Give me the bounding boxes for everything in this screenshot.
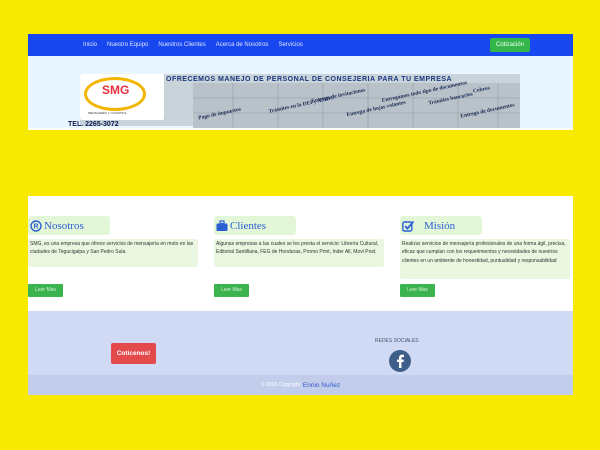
navbar: Inicio Nuestro Equipo Nuestros Clientes …	[28, 34, 573, 56]
copyright-bar: © 2016 Copyright Ennio Nuñez	[28, 375, 573, 395]
read-more-button[interactable]: Leer Mas	[400, 284, 435, 297]
column-title: Clientes	[230, 219, 267, 232]
copyright-text: © 2016 Copyright	[260, 382, 300, 388]
read-more-button[interactable]: Leer Mas	[28, 284, 63, 297]
footer: Cotícenos! REDES SOCIALES	[28, 311, 573, 375]
logo-subtitle: MENSAJERIA Y LOGISTICA	[88, 111, 127, 115]
column-nosotros: R Nosotros SMG, es una empresa que ofrec…	[28, 196, 198, 311]
banner: OFRECEMOS MANEJO DE PERSONAL DE CONSEJER…	[28, 56, 573, 128]
info-section: R Nosotros SMG, es una empresa que ofrec…	[28, 196, 573, 311]
phone-number: TEL. 2265-3072	[68, 121, 119, 128]
column-text: Algunas empresas a las cuales se les pre…	[214, 239, 384, 267]
column-clientes: Clientes Algunas empresas a las cuales s…	[214, 196, 384, 311]
column-text: Realizar servicios de mensajería profesi…	[400, 239, 570, 279]
nav-link-clientes[interactable]: Nuestros Clientes	[158, 42, 205, 48]
facebook-icon[interactable]	[389, 350, 411, 372]
checkbox-icon	[402, 220, 414, 232]
nav-links: Inicio Nuestro Equipo Nuestros Clientes …	[83, 34, 303, 56]
svg-text:R: R	[33, 223, 38, 230]
banner-headline: OFRECEMOS MANEJO DE PERSONAL DE CONSEJER…	[166, 76, 453, 83]
read-more-button[interactable]: Leer Mas	[214, 284, 249, 297]
column-mision: Misión Realizar servicios de mensajería …	[400, 196, 570, 311]
column-title: Misión	[424, 219, 456, 232]
briefcase-icon	[216, 219, 228, 231]
facebook-glyph	[397, 354, 404, 368]
column-header: Misión	[400, 216, 482, 235]
registered-icon: R	[30, 219, 42, 232]
column-text: SMG, es una empresa que ofrece servicios…	[28, 239, 198, 267]
quote-button[interactable]: Cotización	[489, 38, 530, 52]
copyright-author-link[interactable]: Ennio Nuñez	[303, 382, 340, 389]
nav-link-equipo[interactable]: Nuestro Equipo	[107, 42, 148, 48]
column-header: Clientes	[214, 216, 296, 235]
nav-link-inicio[interactable]: Inicio	[83, 42, 97, 48]
nav-link-acerca[interactable]: Acerca de Nosotros	[216, 42, 269, 48]
logo-text: SMG	[102, 83, 130, 97]
contact-button[interactable]: Cotícenos!	[111, 343, 156, 364]
column-header: R Nosotros	[28, 216, 110, 235]
logo: SMG MENSAJERIA Y LOGISTICA	[80, 74, 164, 120]
social-label: REDES SOCIALES	[375, 338, 419, 344]
nav-link-servicios[interactable]: Servicios	[278, 42, 302, 48]
column-title: Nosotros	[44, 219, 84, 232]
